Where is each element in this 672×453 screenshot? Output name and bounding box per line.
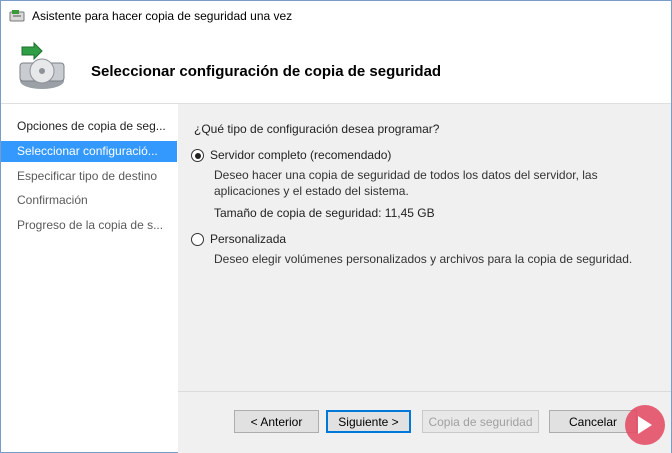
step-confirmation[interactable]: Confirmación	[1, 190, 177, 211]
backup-button[interactable]: Copia de seguridad	[422, 410, 539, 433]
custom-description: Deseo elegir volúmenes personalizados y …	[214, 252, 633, 266]
configuration-question: ¿Qué tipo de configuración desea program…	[194, 122, 440, 136]
step-backup-options[interactable]: Opciones de copia de seg...	[1, 116, 177, 137]
wizard-steps: Opciones de copia de seg... Seleccionar …	[1, 104, 177, 452]
full-server-radio[interactable]	[191, 149, 204, 162]
backup-size-text: Tamaño de copia de seguridad: 11,45 GB	[214, 206, 435, 220]
step-backup-progress[interactable]: Progreso de la copia de s...	[1, 215, 177, 236]
next-button[interactable]: Siguiente >	[326, 410, 411, 433]
full-server-description: Deseo hacer una copia de seguridad de to…	[214, 168, 598, 198]
custom-radio[interactable]	[191, 233, 204, 246]
window-title: Asistente para hacer copia de seguridad …	[32, 9, 293, 23]
full-server-label[interactable]: Servidor completo (recomendado)	[210, 148, 391, 162]
backup-window-icon	[9, 10, 25, 22]
wizard-footer: < Anterior Siguiente > Copia de segurida…	[178, 391, 671, 453]
step-destination-type[interactable]: Especificar tipo de destino	[1, 166, 177, 187]
page-title: Seleccionar configuración de copia de se…	[91, 63, 442, 80]
title-bar: Asistente para hacer copia de seguridad …	[1, 1, 671, 31]
back-button[interactable]: < Anterior	[234, 410, 319, 433]
main-content: ¿Qué tipo de configuración desea program…	[178, 104, 671, 391]
wizard-window: Asistente para hacer copia de seguridad …	[0, 0, 672, 453]
custom-label[interactable]: Personalizada	[210, 232, 286, 246]
backup-disk-icon	[19, 41, 65, 89]
brand-logo-icon	[625, 405, 665, 445]
wizard-header: Seleccionar configuración de copia de se…	[1, 31, 671, 103]
step-select-configuration[interactable]: Seleccionar configuració...	[1, 141, 177, 162]
